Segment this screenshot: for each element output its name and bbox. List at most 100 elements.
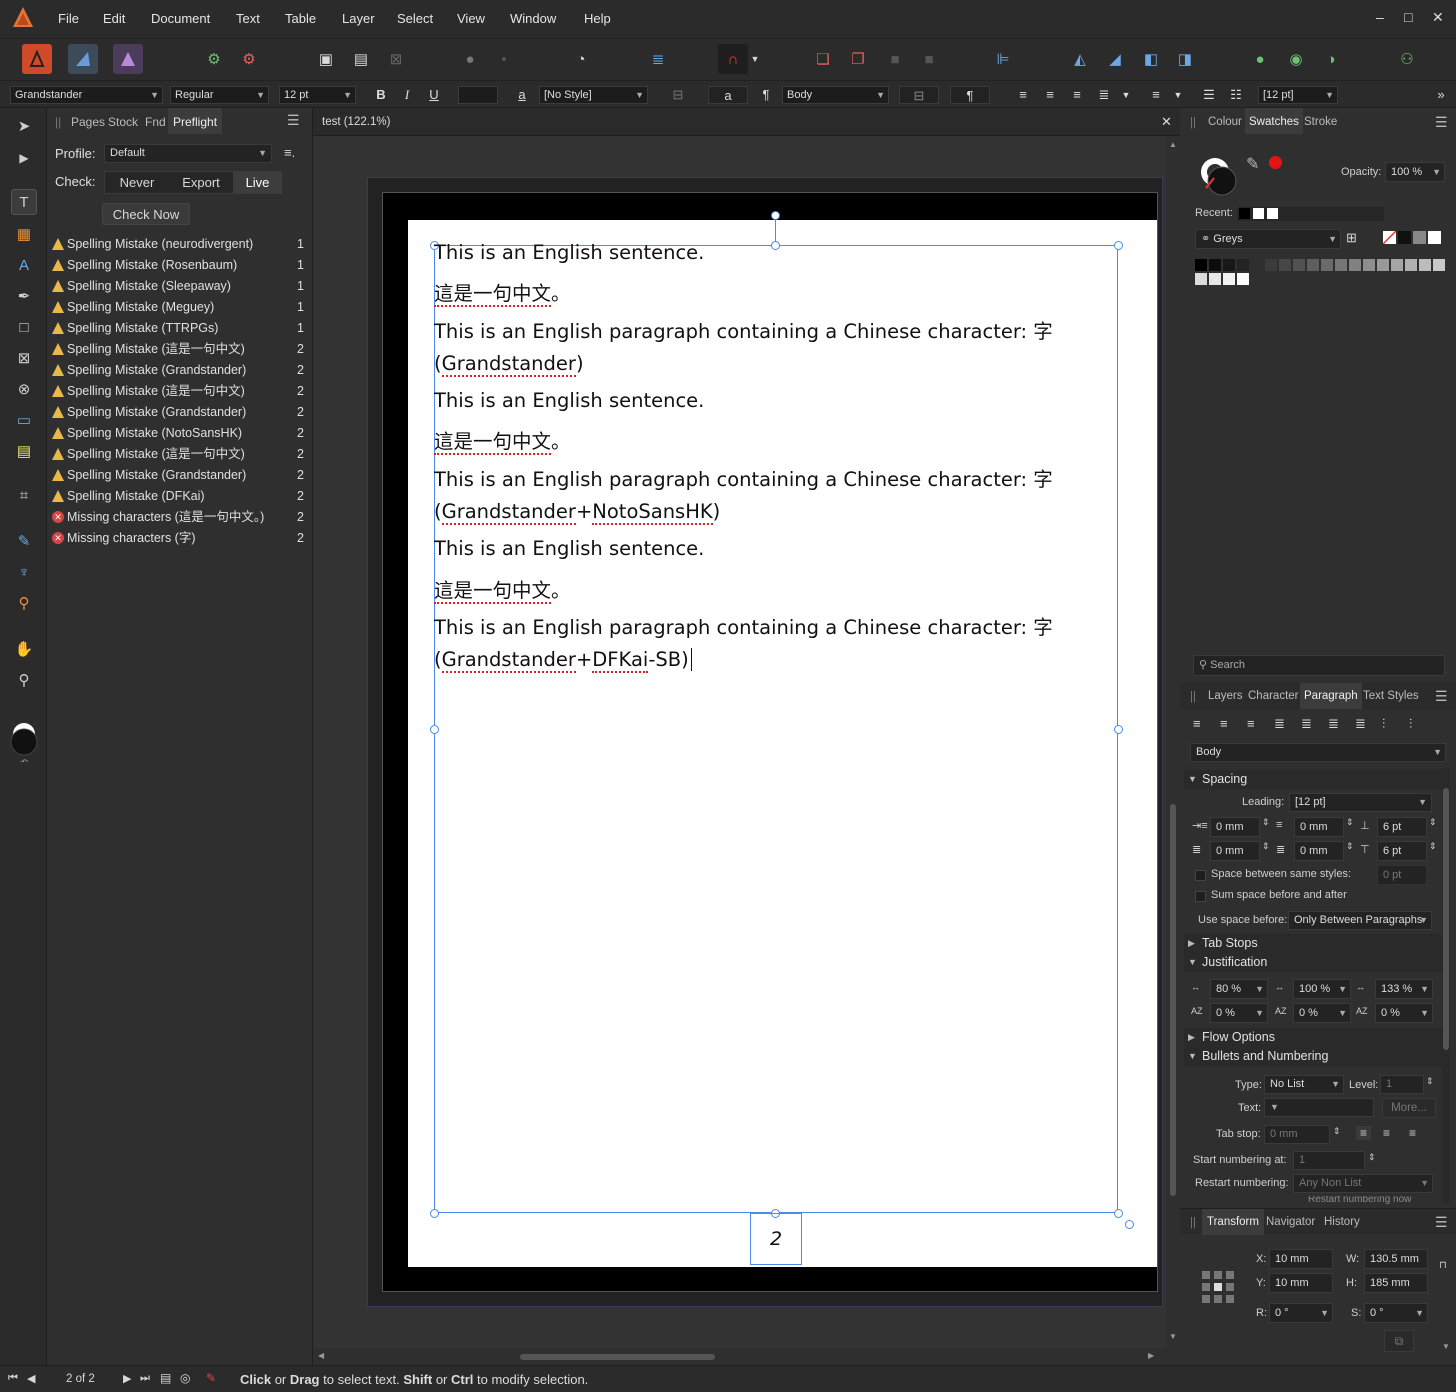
horizontal-scroll-thumb[interactable] [520,1354,715,1360]
space-before-field[interactable]: 6 pt [1377,817,1427,837]
scroll-down-icon[interactable]: ▼ [1169,1332,1177,1341]
menu-layer[interactable]: Layer [342,11,375,26]
table-icon[interactable]: ⊠ [381,44,411,74]
space-before-stepper-icon[interactable]: ⇕ [1429,817,1437,828]
word-spacing-desired-field[interactable]: 100 % ▼ [1293,979,1351,999]
flip-vertical-icon[interactable]: ◢ [1100,44,1130,74]
eyedropper-icon[interactable]: ✎ [1246,154,1259,174]
list-tab-stop-field[interactable]: 0 mm [1264,1125,1330,1144]
publisher-persona-icon[interactable] [22,44,52,74]
restart-numbering-select[interactable]: Any Non List ▼ [1293,1174,1433,1193]
italic-button[interactable]: I [396,86,418,104]
grey-swatch[interactable] [1321,259,1333,271]
picture-frame-icon[interactable]: ▤ [346,44,376,74]
intersect-icon[interactable]: ◑ [1316,44,1346,74]
tab-preflight[interactable]: Preflight [168,108,223,134]
resize-handle-br[interactable] [1114,1209,1123,1218]
resize-handle-right[interactable] [1114,725,1123,734]
paragraph-style-field[interactable]: Body ▼ [1190,743,1446,762]
tab-align-left-icon[interactable]: ≡ [1356,1126,1372,1140]
character-style-icon[interactable]: a [511,86,533,104]
add-swatch-icon[interactable]: ⊞ [1346,230,1357,246]
menu-document[interactable]: Document [151,11,210,26]
preflight-issue-row[interactable]: Spelling Mistake (這是一句中文) 2 [52,339,308,360]
underline-button[interactable]: U [423,86,445,104]
para-align-spine-icon[interactable]: ⫶ [1382,716,1385,732]
flip-horizontal-icon[interactable]: ◭ [1065,44,1095,74]
letter-spacing-desired-field[interactable]: 0 % ▼ [1293,1003,1351,1023]
paragraph-scroll-thumb[interactable] [1443,788,1449,1050]
para-align-center-icon[interactable]: ≡ [1220,716,1228,731]
maximize-button[interactable]: □ [1404,9,1412,25]
first-indent-stepper-icon[interactable]: ⇕ [1346,817,1354,828]
align-left-icon[interactable]: ≡ [1012,86,1034,104]
fill-stroke-well-icon[interactable] [1198,154,1242,198]
frame-text-icon[interactable]: ▣ [311,44,341,74]
list-more-button[interactable]: More... [1382,1098,1436,1118]
photo-persona-icon[interactable] [113,44,143,74]
none-swatch[interactable] [1382,230,1397,245]
profile-select[interactable]: Default ▼ [104,144,272,163]
clear-formatting-icon[interactable]: ⊟ [667,86,689,104]
left-indent-stepper-icon[interactable]: ⇕ [1262,817,1270,828]
grey-swatch[interactable] [1391,259,1403,271]
rotate-right-icon[interactable]: ◨ [1170,44,1200,74]
bold-button[interactable]: B [370,86,392,104]
paragraph-preview-icon[interactable]: ¶ [950,86,990,104]
close-document-icon[interactable]: ✕ [1161,114,1172,130]
justify-dropdown-icon[interactable]: ▼ [1115,86,1137,104]
tab-colour[interactable]: Colour [1208,116,1242,128]
move-tool-icon[interactable]: ➤ [11,113,37,139]
grey-swatch[interactable] [1377,259,1389,271]
word-spacing-max-field[interactable]: 133 % ▼ [1375,979,1433,999]
colour-well-icon[interactable]: ⟲ [10,722,38,769]
rectangle-tool-icon[interactable]: □ [11,314,37,340]
page-options-icon[interactable]: ▤ [160,1371,171,1385]
grey-swatch[interactable] [1307,259,1319,271]
ellipse-frame-tool-icon[interactable]: ⊗ [11,376,37,402]
character-preview[interactable]: a [708,86,748,104]
tab-stock[interactable]: Stock [108,115,138,129]
preflight-issue-row[interactable]: Spelling Mistake (Meguey) 1 [52,297,308,318]
vertical-align-icon[interactable]: ≡ [1145,86,1167,104]
panel-menu-icon[interactable]: ☰ [1435,114,1448,131]
grey-swatch[interactable] [1195,273,1207,285]
text-overflow-handle[interactable] [1125,1220,1134,1229]
preflight-issue-row[interactable]: ✕ Missing characters (字) 2 [52,528,308,549]
designer-persona-icon[interactable] [68,44,98,74]
preflight-status-icon[interactable]: ✎ [206,1371,216,1385]
letter-spacing-min-field[interactable]: 0 % ▼ [1210,1003,1268,1023]
colour-picker-tool-icon[interactable]: ⚲ [11,590,37,616]
menu-file[interactable]: File [58,11,79,26]
grey-swatch[interactable] [1279,259,1291,271]
menu-window[interactable]: Window [510,11,556,26]
preview-eye-icon[interactable]: ◔ [566,44,596,74]
scroll-down-icon[interactable]: ▼ [1442,1342,1450,1351]
left-indent-field[interactable]: 0 mm [1210,817,1260,837]
add-icon[interactable]: ● [1245,44,1275,74]
tab-character[interactable]: Character [1248,690,1299,702]
check-live-button[interactable]: Live [233,172,282,193]
unpin-icon[interactable]: • [489,44,519,74]
vertical-align-dropdown-icon[interactable]: ▼ [1167,86,1189,104]
tab-stops-section-header[interactable]: ▶ Tab Stops [1184,934,1446,953]
vertical-scrollbar[interactable]: ▲ ▼ [1166,136,1180,1365]
node-tool-icon[interactable]: ▶ [11,145,37,171]
grey-swatch[interactable] [1209,259,1221,271]
grey-swatch[interactable] [1237,273,1249,285]
minimize-button[interactable]: – [1376,9,1384,25]
grey-swatch[interactable] [1419,259,1431,271]
zoom-tool-icon[interactable]: ⚲ [11,667,37,693]
justify-icon[interactable]: ≣ [1093,86,1115,104]
grey-swatch[interactable] [1405,259,1417,271]
align-icon[interactable]: ⊫ [988,44,1018,74]
recent-swatch-white[interactable] [1253,208,1264,219]
grey-swatch[interactable] [1413,231,1426,244]
profile-menu-icon[interactable]: ≡. [284,145,295,160]
y-field[interactable]: 10 mm [1269,1273,1333,1293]
vertical-scroll-thumb[interactable] [1170,804,1176,1196]
user-account-icon[interactable]: ⚇ [1392,44,1422,74]
last-line-indent-field[interactable]: 0 mm [1294,841,1344,861]
tab-text-styles[interactable]: Text Styles [1363,690,1419,702]
para-justify-right-icon[interactable]: ≣ [1328,716,1339,732]
